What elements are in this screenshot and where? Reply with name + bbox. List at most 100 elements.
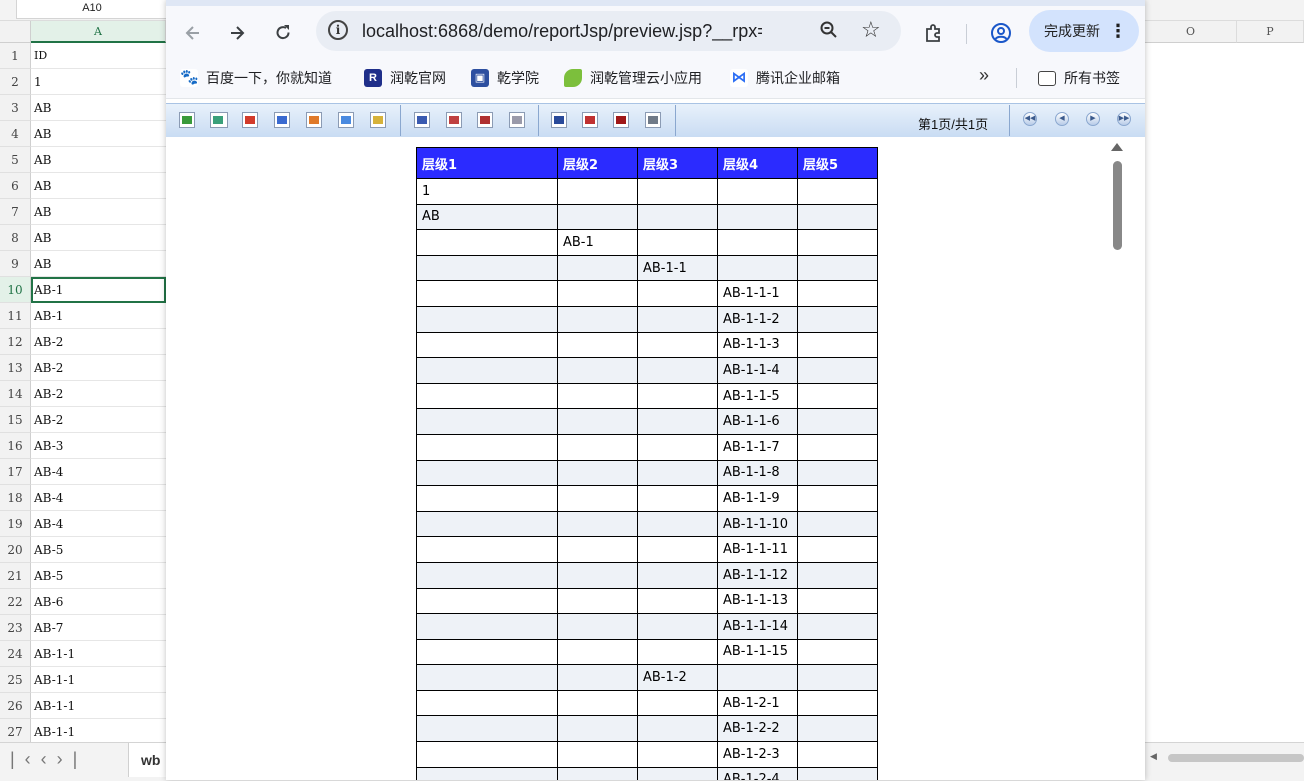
cell[interactable]: AB-6 [31,589,166,615]
vertical-scroll-thumb[interactable] [1113,161,1122,250]
row-header[interactable]: 25 [0,667,31,693]
reload-icon[interactable] [266,16,300,50]
menu-kebab-icon[interactable]: ⋮ [1109,10,1127,52]
cell[interactable]: AB-4 [31,485,166,511]
cell[interactable]: 1 [31,69,166,95]
row-header[interactable]: 15 [0,407,31,433]
printer-icon[interactable] [645,112,661,128]
cell[interactable]: AB-2 [31,355,166,381]
profile-icon[interactable] [984,16,1018,50]
extensions-icon[interactable] [916,16,950,50]
cell[interactable]: AB [31,251,166,277]
print-pdf-icon[interactable] [477,112,493,128]
row-header[interactable]: 20 [0,537,31,563]
cell[interactable]: AB-1-1 [31,641,166,667]
bookmark-runqian[interactable]: R 润乾官网 [364,68,446,88]
row-header[interactable]: 13 [0,355,31,381]
vertical-scrollbar[interactable] [1110,141,1124,780]
cell[interactable]: AB [31,225,166,251]
active-cell[interactable]: AB-1 [31,277,166,303]
row-header[interactable]: 8 [0,225,31,251]
cell[interactable]: AB-1 [31,303,166,329]
update-button[interactable]: 完成更新 ⋮ [1029,10,1139,52]
cell[interactable]: AB-4 [31,511,166,537]
horizontal-scroll-thumb[interactable] [1168,754,1304,762]
next-page-icon[interactable]: ▶ [1086,112,1100,126]
row-header[interactable]: 24 [0,641,31,667]
row-header[interactable]: 17 [0,459,31,485]
cell[interactable]: AB-3 [31,433,166,459]
row-header[interactable]: 19 [0,511,31,537]
row-header[interactable]: 6 [0,173,31,199]
row-header[interactable]: 3 [0,95,31,121]
chevron-double-right-icon[interactable]: » [979,65,989,86]
cell[interactable]: AB [31,121,166,147]
forward-arrow-icon[interactable] [220,16,254,50]
cell[interactable]: AB-1-1 [31,667,166,693]
row-header[interactable]: 14 [0,381,31,407]
row-header[interactable]: 18 [0,485,31,511]
row-header[interactable]: 7 [0,199,31,225]
export-word-icon[interactable] [274,112,290,128]
cell[interactable]: AB [31,199,166,225]
row-header[interactable]: 11 [0,303,31,329]
sheet-tab[interactable]: wb [128,743,168,777]
cell[interactable]: AB [31,173,166,199]
cell[interactable]: AB-2 [31,381,166,407]
column-header-o[interactable]: O [1145,21,1237,43]
bookmark-tencent-mail[interactable]: ⋈ 腾讯企业邮箱 [730,68,840,88]
scroll-up-icon[interactable] [1111,143,1123,151]
row-header[interactable]: 2 [0,69,31,95]
print-preview-icon[interactable] [414,112,430,128]
export-excel-icon[interactable] [179,112,195,128]
cell[interactable]: AB [31,95,166,121]
row-header[interactable]: 16 [0,433,31,459]
bookmark-baidu[interactable]: 🐾 百度一下，你就知道 [180,68,332,88]
cell[interactable]: AB-7 [31,615,166,641]
cell[interactable]: AB-2 [31,329,166,355]
cell[interactable]: AB-1-1 [31,693,166,719]
scroll-left-icon[interactable]: ◀ [1150,751,1157,762]
all-bookmarks-folder[interactable]: 所有书签 [1038,68,1120,88]
export-ppt-icon[interactable] [306,112,322,128]
row-header[interactable]: 26 [0,693,31,719]
cell[interactable]: ID [31,43,166,69]
bookmark-star-icon[interactable]: ☆ [861,17,881,43]
first-page-icon[interactable]: ◀◀ [1023,112,1037,126]
cell[interactable]: AB-5 [31,563,166,589]
row-header[interactable]: 21 [0,563,31,589]
row-header[interactable]: 22 [0,589,31,615]
export-text-icon[interactable] [338,112,354,128]
address-bar[interactable]: i localhost:6868/demo/reportJsp/preview.… [316,11,901,51]
row-header[interactable]: 5 [0,147,31,173]
row-header[interactable]: 1 [0,43,31,69]
printer-pdf-icon[interactable] [613,112,629,128]
column-header-p[interactable]: P [1237,21,1304,43]
back-arrow-icon[interactable] [176,16,210,50]
select-all-corner[interactable] [0,21,31,43]
row-header[interactable]: 12 [0,329,31,355]
column-header-a[interactable]: A [31,21,166,43]
cell[interactable]: AB-5 [31,537,166,563]
export-pdf-icon[interactable] [242,112,258,128]
row-header[interactable]: 9 [0,251,31,277]
printer-red-icon[interactable] [582,112,598,128]
print-setup-icon[interactable] [509,112,525,128]
last-page-icon[interactable]: ▶▶ [1117,112,1131,126]
bookmark-qianxueyuan[interactable]: ▣ 乾学院 [471,68,539,88]
url-text[interactable]: localhost:6868/demo/reportJsp/preview.js… [362,11,762,51]
cell[interactable]: AB-4 [31,459,166,485]
print-excel-icon[interactable] [446,112,462,128]
export-image-icon[interactable] [370,112,386,128]
bookmark-cloud-app[interactable]: 润乾管理云小应用 [564,68,702,88]
printer-blue-icon[interactable] [551,112,567,128]
name-box[interactable]: A10 [16,0,168,19]
export-excel-alt-icon[interactable] [210,112,228,128]
row-header[interactable]: 23 [0,615,31,641]
cell[interactable]: AB [31,147,166,173]
cell[interactable]: AB-2 [31,407,166,433]
sheet-nav-arrows[interactable]: |‹‹›| [10,749,87,770]
previous-page-icon[interactable]: ◀ [1055,112,1069,126]
zoom-icon[interactable] [819,20,839,45]
row-header[interactable]: 10 [0,277,31,303]
